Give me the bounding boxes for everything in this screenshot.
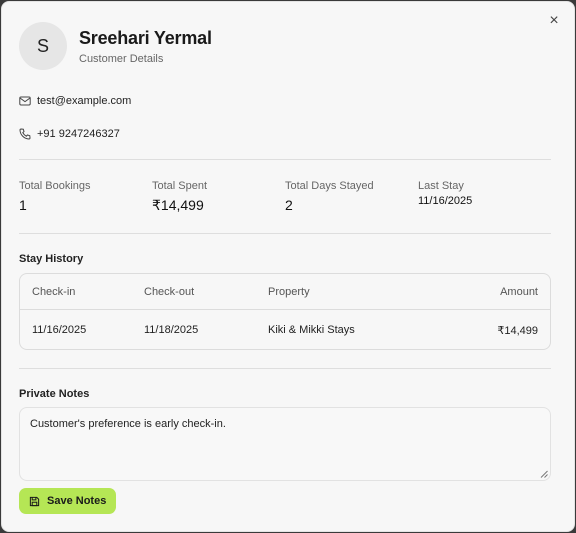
stat-total-spent: Total Spent ₹14,499 (152, 180, 285, 214)
phone-icon (19, 128, 31, 140)
email-text: test@example.com (37, 95, 132, 107)
stay-history-table: Check-in Check-out Property Amount 11/16… (19, 273, 551, 350)
divider (19, 233, 551, 234)
cell-check-out: 11/18/2025 (144, 324, 199, 336)
phone-text: +91 9247246327 (37, 128, 120, 140)
save-icon (29, 496, 40, 506)
close-button[interactable]: × (546, 12, 562, 30)
private-notes-textarea[interactable]: Customer's preference is early check-in. (19, 407, 551, 481)
modal-subtitle: Customer Details (79, 52, 164, 65)
cell-check-in: 11/16/2025 (32, 324, 87, 336)
header-text: Sreehari Yermal Customer Details (79, 28, 212, 65)
column-header: Check-in (32, 285, 76, 298)
avatar: S (19, 22, 67, 70)
stat-value: 11/16/2025 (418, 195, 473, 207)
mail-icon (19, 96, 31, 106)
stay-history-title: Stay History (19, 253, 84, 265)
private-notes-title: Private Notes (19, 388, 90, 400)
cell-amount: ₹14,499 (497, 324, 538, 337)
stat-label: Total Days Stayed (285, 180, 374, 192)
stat-label: Total Bookings (19, 180, 91, 192)
stat-total-days-stayed: Total Days Stayed 2 (285, 180, 418, 214)
table-header: Check-in Check-out Property Amount (20, 274, 550, 310)
column-header: Property (268, 285, 310, 298)
stat-last-stay: Last Stay 11/16/2025 (418, 180, 551, 214)
stat-value: 2 (285, 197, 293, 213)
column-header: Amount (500, 285, 538, 298)
divider (19, 159, 551, 160)
email-row: test@example.com (19, 95, 131, 107)
divider (19, 368, 551, 369)
cell-property: Kiki & Mikki Stays (268, 324, 355, 336)
save-notes-label: Save Notes (47, 495, 107, 507)
column-header: Check-out (144, 285, 195, 298)
customer-header: S Sreehari Yermal Customer Details (19, 22, 212, 70)
stat-label: Total Spent (152, 180, 208, 192)
stat-value: ₹14,499 (152, 197, 204, 213)
resize-handle-icon[interactable] (540, 470, 548, 478)
phone-row: +91 9247246327 (19, 128, 120, 140)
stat-total-bookings: Total Bookings 1 (19, 180, 152, 214)
stats-row: Total Bookings 1 Total Spent ₹14,499 Tot… (19, 180, 551, 214)
stat-label: Last Stay (418, 180, 464, 192)
save-notes-button[interactable]: Save Notes (19, 488, 117, 514)
customer-details-modal: × S Sreehari Yermal Customer Details tes… (1, 1, 575, 532)
table-row: 11/16/2025 11/18/2025 Kiki & Mikki Stays… (20, 310, 550, 349)
stat-value: 1 (19, 197, 27, 213)
notes-text: Customer's preference is early check-in. (30, 418, 226, 430)
customer-name: Sreehari Yermal (79, 27, 212, 48)
